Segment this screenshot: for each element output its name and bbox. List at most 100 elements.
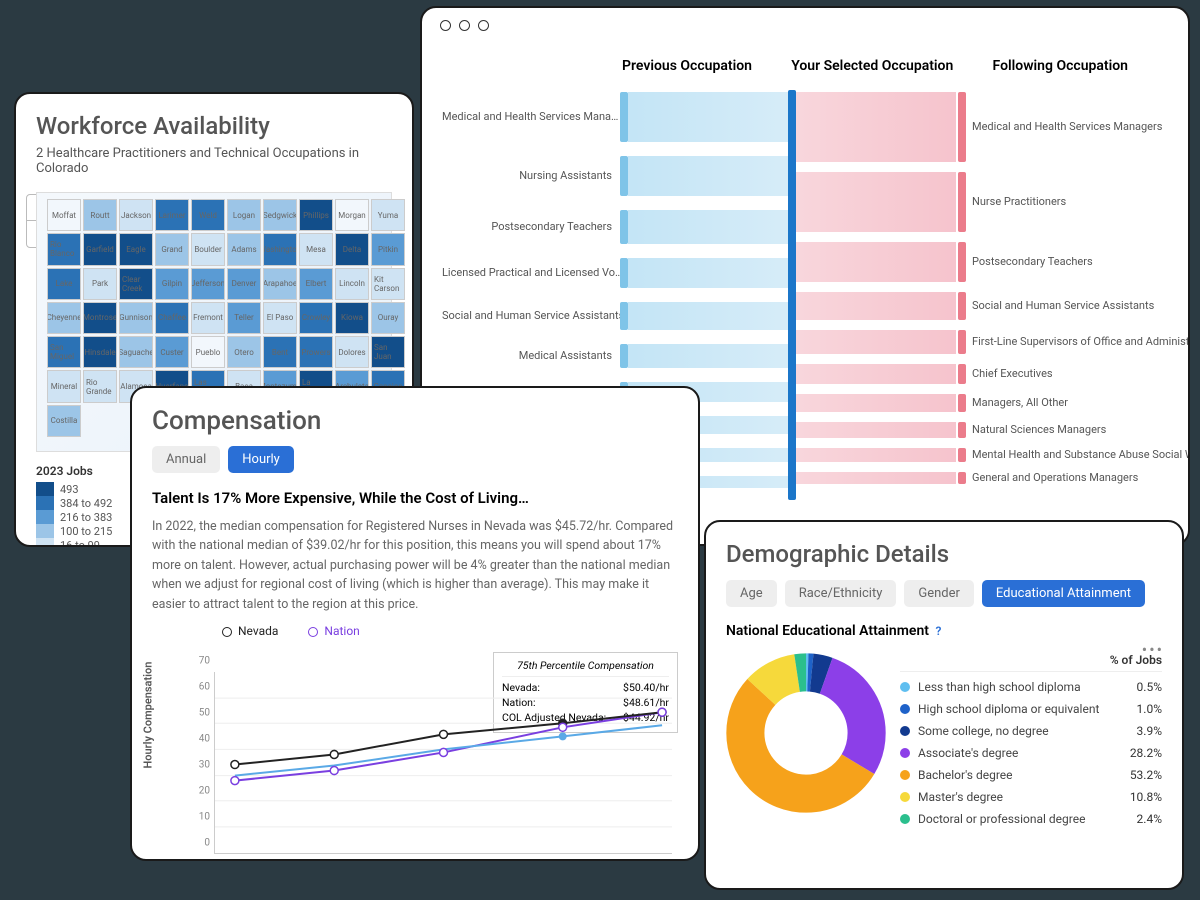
map-county[interactable]: Park: [83, 268, 117, 300]
sankey-right-label: Social and Human Service Assistants: [972, 299, 1190, 312]
education-pct: 28.2%: [1130, 746, 1162, 760]
map-county[interactable]: Garfield: [83, 233, 117, 265]
map-county[interactable]: Fremont: [191, 302, 225, 334]
map-county[interactable]: Morgan: [335, 199, 369, 231]
education-col-head: % of Jobs: [900, 653, 1162, 672]
map-county[interactable]: Otero: [227, 336, 261, 368]
map-county[interactable]: Dolores: [335, 336, 369, 368]
education-row: Bachelor's degree53.2%: [900, 764, 1162, 786]
sankey-flow-right: [796, 92, 956, 162]
map-county[interactable]: Rio Blanco: [47, 233, 81, 265]
map-county[interactable]: Kiowa: [335, 302, 369, 334]
tab-hourly[interactable]: Hourly: [228, 446, 294, 473]
education-pct: 10.8%: [1130, 790, 1162, 804]
sankey-flow-right: [796, 330, 956, 354]
tab-race[interactable]: Race/Ethnicity: [785, 580, 897, 607]
map-county[interactable]: Custer: [155, 336, 189, 368]
map-county[interactable]: Delta: [335, 233, 369, 265]
map-county[interactable]: Gunnison: [119, 302, 153, 334]
map-county[interactable]: Adams: [227, 233, 261, 265]
map-county[interactable]: Gilpin: [155, 268, 189, 300]
map-county[interactable]: Eagle: [119, 233, 153, 265]
sankey-left-node: [620, 92, 628, 142]
map-county[interactable]: Teller: [227, 302, 261, 334]
help-icon[interactable]: ?: [935, 624, 941, 638]
y-tick: 20: [199, 785, 210, 796]
map-county[interactable]: Rio Grande: [83, 370, 117, 402]
map-county[interactable]: Phillips: [299, 199, 333, 231]
map-county[interactable]: Pueblo: [191, 336, 225, 368]
map-county[interactable]: Costilla: [47, 405, 81, 437]
sankey-flow-right: [796, 472, 956, 484]
demographic-tabs: Age Race/Ethnicity Gender Educational At…: [726, 580, 1162, 607]
sankey-left-node: [620, 210, 628, 244]
map-county[interactable]: Mesa: [299, 233, 333, 265]
map-county[interactable]: Pitkin: [371, 233, 405, 265]
tab-annual[interactable]: Annual: [152, 446, 220, 473]
map-county[interactable]: Crowley: [299, 302, 333, 334]
traffic-light-close[interactable]: [440, 20, 451, 31]
map-county[interactable]: Prowers: [299, 336, 333, 368]
tab-age[interactable]: Age: [726, 580, 777, 607]
sankey-right-node: [958, 292, 966, 320]
y-axis-label: Hourly Compensation: [142, 662, 155, 769]
map-county[interactable]: San Miguel: [47, 336, 81, 368]
map-county[interactable]: Chaffee: [155, 302, 189, 334]
education-row: High school diploma or equivalent1.0%: [900, 698, 1162, 720]
map-county[interactable]: Washington: [263, 233, 297, 265]
map-county[interactable]: El Paso: [263, 302, 297, 334]
compensation-body: In 2022, the median compensation for Reg…: [152, 517, 678, 614]
traffic-light-max[interactable]: [478, 20, 489, 31]
map-county[interactable]: Larimer: [155, 199, 189, 231]
tab-education[interactable]: Educational Attainment: [982, 580, 1145, 607]
tab-gender[interactable]: Gender: [904, 580, 974, 607]
map-county[interactable]: Boulder: [191, 233, 225, 265]
compensation-tabs: Annual Hourly: [152, 446, 678, 473]
map-county[interactable]: Routt: [83, 199, 117, 231]
map-county[interactable]: Weld: [191, 199, 225, 231]
sankey-flow-right: [796, 292, 956, 320]
education-label: Associate's degree: [918, 746, 1130, 760]
map-county[interactable]: Jefferson: [191, 268, 225, 300]
map-county[interactable]: Bent: [263, 336, 297, 368]
map-county[interactable]: Lincoln: [335, 268, 369, 300]
sankey-flow-right: [796, 172, 956, 232]
map-county[interactable]: Kit Carson: [371, 268, 405, 300]
sankey-center-node: [788, 90, 796, 500]
map-county[interactable]: Saguache: [119, 336, 153, 368]
map-county[interactable]: Cheyenne: [47, 302, 81, 334]
map-county[interactable]: San Juan: [371, 336, 405, 368]
map-county[interactable]: Moffat: [47, 199, 81, 231]
map-county[interactable]: Montrose: [83, 302, 117, 334]
map-county[interactable]: Yuma: [371, 199, 405, 231]
sankey-left-label: Medical Assistants: [442, 349, 612, 362]
traffic-light-min[interactable]: [459, 20, 470, 31]
map-county[interactable]: Grand: [155, 233, 189, 265]
map-county[interactable]: Arapahoe: [263, 268, 297, 300]
map-county[interactable]: Logan: [227, 199, 261, 231]
sankey-left-label: Licensed Practical and Licensed Vo…: [442, 266, 612, 279]
legend-dot-icon: [900, 792, 910, 802]
map-county[interactable]: Clear Creek: [119, 268, 153, 300]
sankey-flow-left: [628, 258, 788, 288]
sankey-right-node: [958, 448, 966, 462]
more-menu-icon[interactable]: •••: [1142, 640, 1164, 659]
legend-nation: Nation: [308, 624, 359, 638]
map-county[interactable]: Sedgwick: [263, 199, 297, 231]
sankey-right-node: [958, 330, 966, 354]
sankey-right-label: Nurse Practitioners: [972, 195, 1190, 208]
map-county[interactable]: Denver: [227, 268, 261, 300]
demographic-section-title: National Educational Attainment ?: [726, 623, 1162, 639]
map-county[interactable]: Ouray: [371, 302, 405, 334]
map-county[interactable]: Mineral: [47, 370, 81, 402]
sankey-right-label: Mental Health and Substance Abuse Social…: [972, 448, 1190, 461]
x-axis-labels: ⟵ LOWEST EARNERS HIGHEST EARNERS: [214, 860, 672, 861]
map-county[interactable]: Jackson: [119, 199, 153, 231]
education-row: Master's degree10.8%: [900, 786, 1162, 808]
education-row: Some college, no degree3.9%: [900, 720, 1162, 742]
map-county[interactable]: Elbert: [299, 268, 333, 300]
map-county[interactable]: Hinsdale: [83, 336, 117, 368]
legend-dot-icon: [900, 748, 910, 758]
map-county[interactable]: Lake: [47, 268, 81, 300]
legend-dot-icon: [900, 682, 910, 692]
